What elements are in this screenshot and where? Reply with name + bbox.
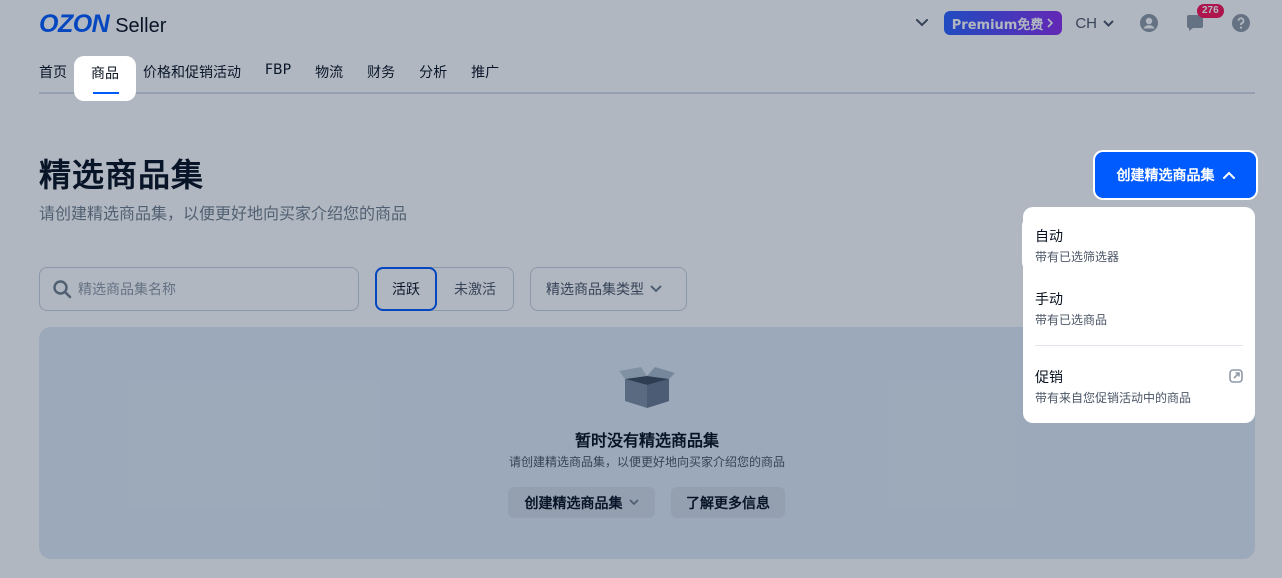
menu-item-promo[interactable]: 促销 带有来自您促销活动中的商品 [1035,367,1243,406]
chevron-up-icon [1222,171,1235,179]
menu-item-title: 手动 [1035,292,1063,308]
menu-divider [1035,345,1243,346]
menu-item-manual[interactable]: 手动 带有已选商品 [1035,289,1243,328]
menu-item-title: 促销 [1035,370,1063,386]
nav-products[interactable]: 商品 [74,56,136,101]
menu-item-desc: 带有已选商品 [1035,313,1108,327]
menu-item-auto[interactable]: 自动 带有已选筛选器 [1022,216,1254,272]
menu-item-title: 自动 [1035,229,1063,245]
create-collection-button[interactable]: 创建精选商品集 [1093,150,1258,200]
menu-item-desc: 带有已选筛选器 [1035,250,1120,264]
external-link-icon [1229,369,1243,383]
create-collection-label: 创建精选商品集 [1116,168,1215,184]
menu-item-desc: 带有来自您促销活动中的商品 [1035,391,1192,405]
